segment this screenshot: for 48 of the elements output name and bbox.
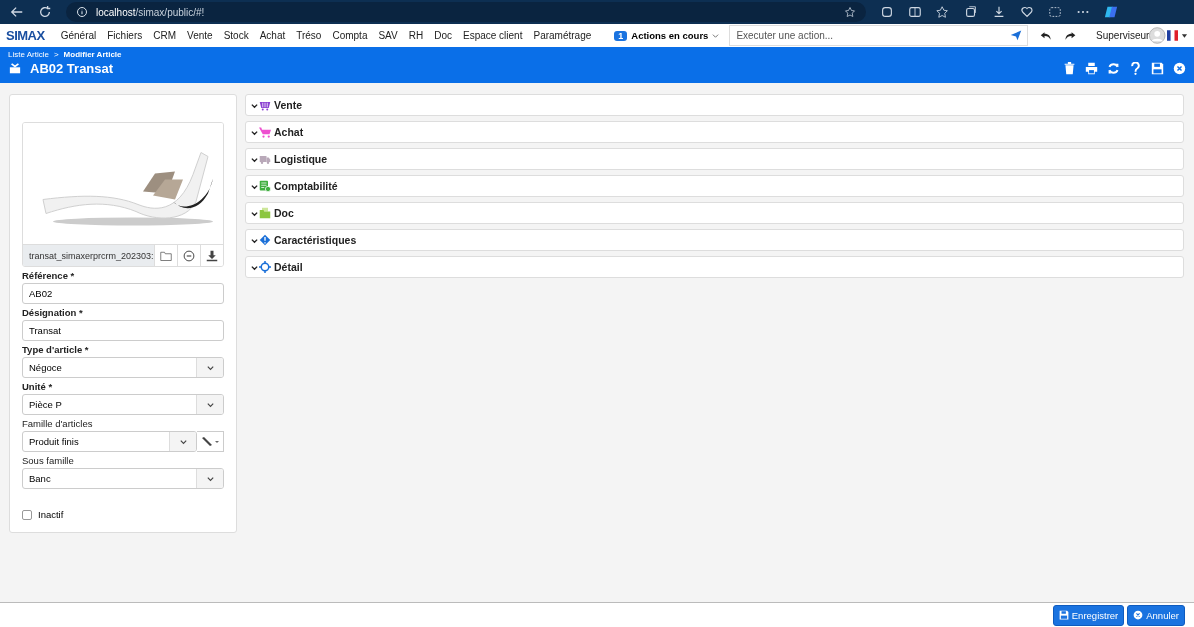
section-header[interactable]: Caractéristiques	[245, 229, 1184, 251]
cancel-button[interactable]: Annuler	[1127, 604, 1185, 626]
select-field[interactable]: Pièce P	[22, 394, 224, 415]
section-header[interactable]: Logistique	[245, 148, 1184, 170]
breadcrumb-current: Modifier Article	[63, 50, 122, 59]
menu-item[interactable]: Doc	[434, 30, 452, 41]
select-field[interactable]: Banc	[22, 468, 224, 489]
menu-item[interactable]: Achat	[259, 30, 286, 41]
save-button[interactable]: Enregistrer	[1052, 604, 1125, 626]
section-header[interactable]: Doc	[245, 202, 1184, 224]
count-badge: 1	[614, 30, 628, 41]
breadcrumb-separator: >	[53, 50, 59, 59]
logo[interactable]: SIMAX	[6, 28, 45, 43]
field-label: Désignation *	[22, 307, 84, 318]
field-label: Unité *	[22, 381, 54, 392]
section-header[interactable]: Achat	[245, 121, 1184, 143]
section-header[interactable]: Détail	[245, 256, 1184, 278]
actions-dropdown[interactable]: 1 Actions en cours	[614, 30, 720, 41]
menu-item[interactable]: CRM	[153, 30, 177, 41]
section-header[interactable]: Comptabilité	[245, 175, 1184, 197]
breadcrumb-link[interactable]: Liste Article	[8, 50, 49, 59]
actions-label: Actions en cours	[631, 30, 709, 41]
menu-item[interactable]: Fichiers	[107, 30, 143, 41]
input-field[interactable]: AB02	[22, 283, 224, 304]
menu-item[interactable]: SAV	[378, 30, 398, 41]
menu-item[interactable]: RH	[408, 30, 424, 41]
input-field[interactable]: Transat	[22, 320, 224, 341]
select-field[interactable]: Négoce	[22, 357, 224, 378]
section-header[interactable]: Vente	[245, 94, 1184, 116]
user-name[interactable]: Superviseur	[1096, 30, 1150, 41]
field-label: Type d'article *	[22, 344, 90, 355]
field-label: Sous famille	[22, 455, 75, 466]
page-title: AB02 Transat	[30, 61, 114, 76]
file-name: transat_simaxerprcrm_202303:	[23, 245, 154, 266]
menu-item[interactable]: Vente	[187, 30, 213, 41]
menu-item[interactable]: Stock	[223, 30, 249, 41]
select-field[interactable]: Produit finis	[22, 431, 197, 452]
field-label: Référence *	[22, 270, 76, 281]
menu-item[interactable]: Compta	[332, 30, 368, 41]
menu-item[interactable]: Espace client	[463, 30, 523, 41]
address-bar[interactable]: localhost/simax/public/#!	[66, 2, 866, 22]
field-label: Famille d'articles	[22, 418, 94, 429]
command-field[interactable]: Executer une action...	[729, 25, 1028, 46]
menu-item[interactable]: Paramétrage	[533, 30, 592, 41]
menu-item[interactable]: Tréso	[296, 30, 322, 41]
menu-item[interactable]: Général	[60, 30, 97, 41]
url-text: localhost/simax/public/#!	[96, 6, 205, 18]
checkbox-label: Inactif	[38, 509, 64, 520]
